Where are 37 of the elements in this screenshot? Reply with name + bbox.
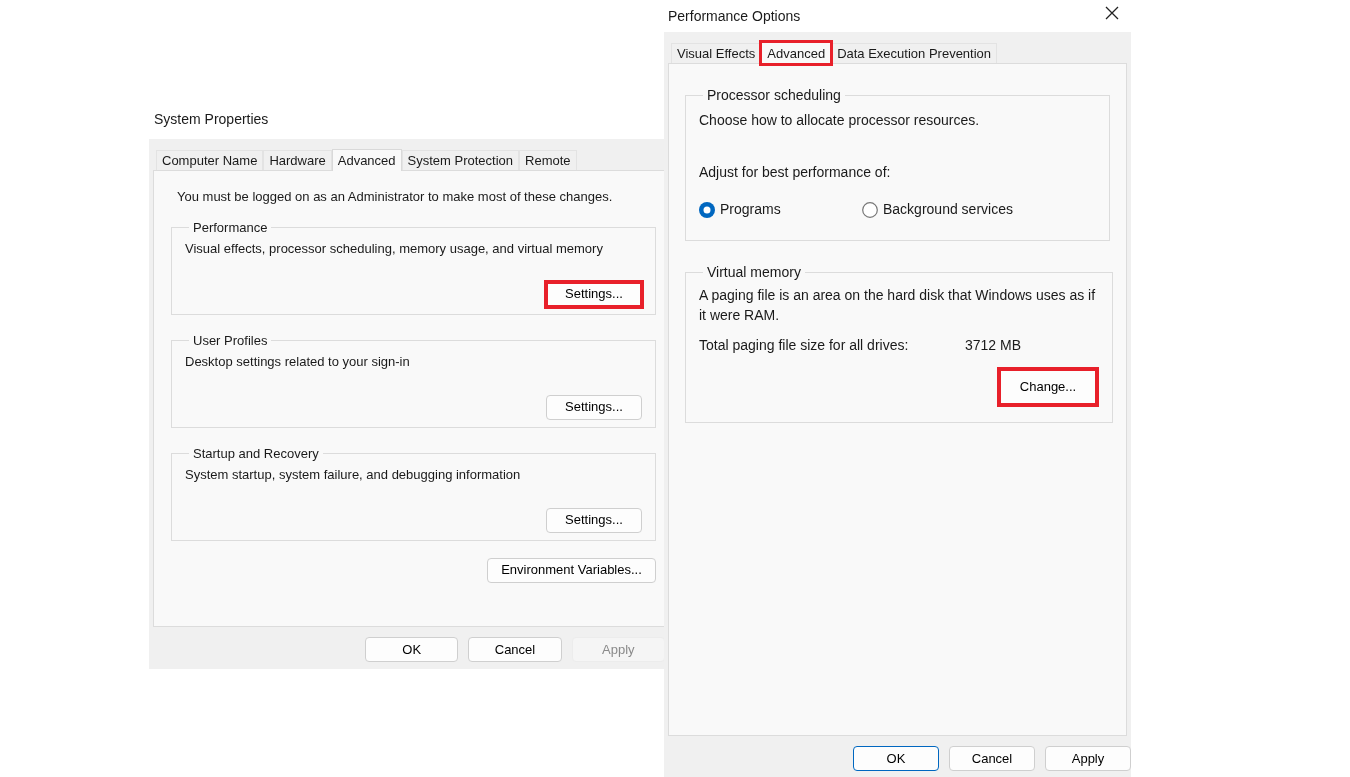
close-icon[interactable] [1105,6,1119,20]
group-description: Desktop settings related to your sign-in [185,353,411,371]
dialog-button[interactable]: Settings... [546,507,642,533]
group-title: Processor scheduling [706,86,842,105]
dialog-button[interactable]: Settings... [546,281,642,307]
radio-option[interactable]: Background services [862,199,1013,220]
window-title: Performance Options [668,6,801,26]
dialog-button[interactable]: Settings... [546,394,642,420]
group-title: Performance [192,218,269,237]
tab[interactable]: Computer Name [156,150,264,170]
dialog-button[interactable]: OK [853,746,939,771]
group-description: A paging file is an area on the hard disk that Windows uses as if it were RAM. [699,286,1097,325]
dialog-button[interactable]: OK [365,637,459,662]
group-title: Virtual memory [706,263,802,282]
tab[interactable]: Visual Effects [671,43,762,63]
tab[interactable]: Hardware [263,150,332,170]
tab[interactable]: Advanced [761,42,832,64]
radio-option[interactable]: Programs [699,199,862,220]
group-description: Choose how to allocate processor resources. [699,111,981,130]
dialog-button[interactable]: Cancel [468,637,562,662]
dialog-button[interactable]: Apply [1045,746,1131,771]
tab[interactable]: Data Execution Prevention [831,43,998,63]
group-title: User Profiles [192,331,269,350]
tab[interactable]: Advanced [331,149,402,171]
group-description: System startup, system failure, and debugging information [185,466,522,484]
total-value: 3712 MB [965,336,1022,355]
total-label: Total paging file size for all drives: [699,336,910,355]
dialog-button[interactable]: Cancel [949,746,1035,771]
group-description: Visual effects, processor scheduling, memory usage, and virtual memory [185,240,604,258]
tab[interactable]: System Protection [401,150,520,170]
tab[interactable]: Remote [519,150,577,170]
notice-text: You must be logged on as an Administrator to make most of these changes. [176,188,614,206]
group-title: Startup and Recovery [192,444,320,463]
window-title: System Properties [154,110,269,129]
dialog-button[interactable]: Environment Variables... [487,557,656,583]
dialog-button[interactable]: Change... [999,369,1097,405]
prompt-text: Adjust for best performance of: [699,163,892,182]
